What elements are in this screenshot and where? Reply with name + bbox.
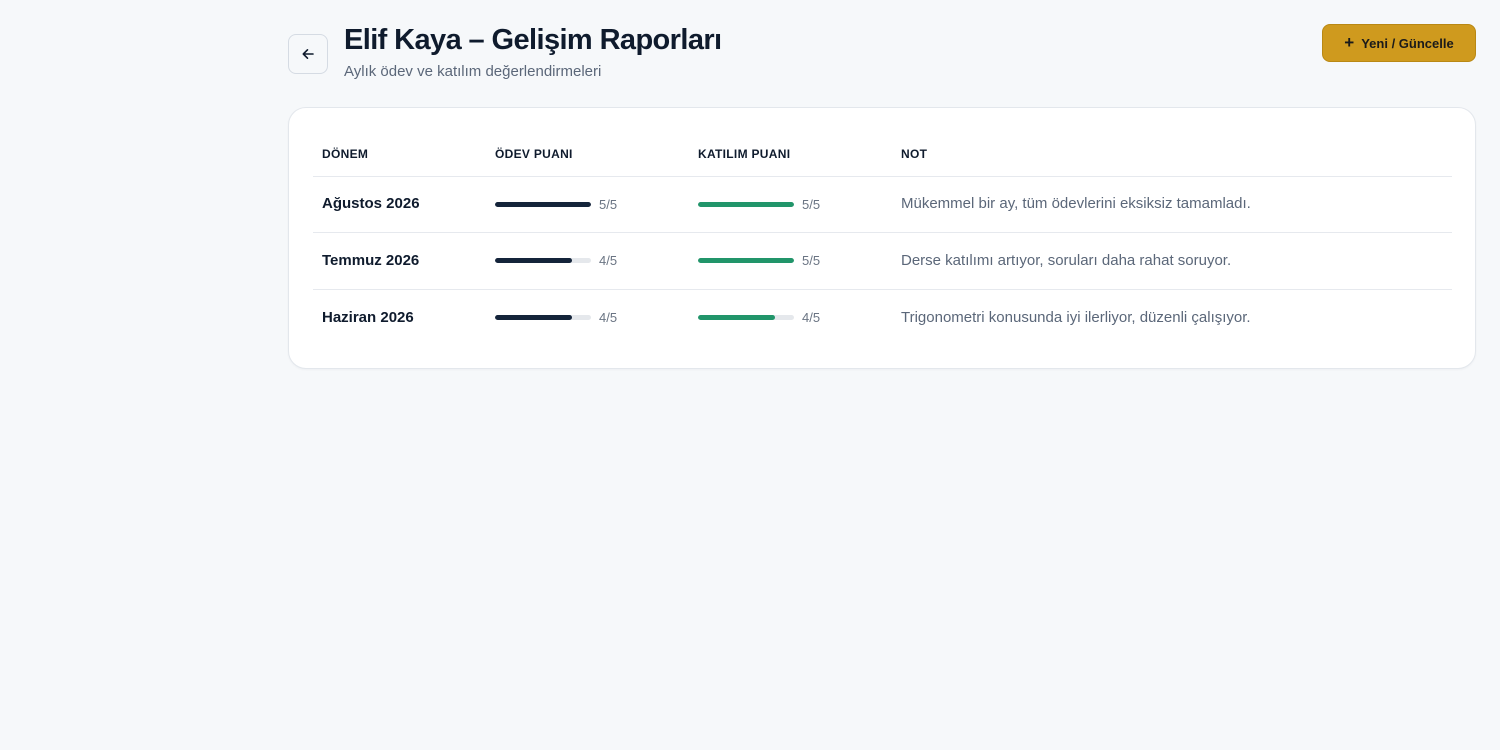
note-text: Derse katılımı artıyor, soruları daha ra… (901, 251, 1232, 269)
participation-score-cell: 5/5 (689, 176, 892, 233)
column-header-note: NOT (892, 132, 1452, 177)
reports-table: DÖNEM ÖDEV PUANI KATILIM PUANI NOT Ağust… (313, 132, 1452, 346)
participation-score: 5/5 (698, 197, 892, 212)
column-header-participation: KATILIM PUANI (689, 132, 892, 177)
new-update-button-label: Yeni / Güncelle (1361, 35, 1454, 51)
period-cell: Temmuz 2026 (313, 232, 486, 290)
homework-score-fill (495, 258, 572, 264)
participation-score-fill (698, 258, 794, 264)
back-button[interactable] (288, 34, 328, 74)
participation-score: 5/5 (698, 253, 892, 268)
column-header-period: DÖNEM (313, 132, 486, 177)
homework-score: 4/5 (495, 253, 689, 268)
note-text: Mükemmel bir ay, tüm ödevlerini eksiksiz… (901, 195, 1251, 213)
reports-card: DÖNEM ÖDEV PUANI KATILIM PUANI NOT Ağust… (288, 107, 1476, 369)
page-title: Elif Kaya – Gelişim Raporları (344, 24, 722, 56)
homework-score-text: 4/5 (599, 310, 618, 325)
participation-score-cell: 4/5 (689, 289, 892, 346)
new-update-button[interactable]: + Yeni / Güncelle (1322, 24, 1476, 62)
period-label: Temmuz 2026 (322, 251, 420, 269)
period-label: Haziran 2026 (322, 308, 414, 326)
participation-score-text: 4/5 (802, 310, 821, 325)
note-cell: Derse katılımı artıyor, soruları daha ra… (892, 232, 1452, 290)
table-row: Temmuz 2026 4/5 5/5 Derse katılımı artıyor,… (313, 232, 1452, 290)
table-row: Ağustos 2026 5/5 5/5 Mükemmel bir ay, tüm ö… (313, 176, 1452, 233)
homework-score-fill (495, 201, 591, 207)
page: Elif Kaya – Gelişim Raporları Aylık ödev… (0, 0, 1500, 750)
homework-score-bar (495, 201, 591, 207)
period-cell: Haziran 2026 (313, 289, 486, 346)
plus-icon: + (1344, 33, 1355, 52)
homework-score: 5/5 (495, 197, 689, 212)
participation-score-fill (698, 315, 775, 320)
note-text: Trigonometri konusunda iyi ilerliyor, dü… (901, 308, 1251, 326)
period-cell: Ağustos 2026 (313, 176, 486, 233)
homework-score-bar (495, 258, 591, 264)
participation-score-text: 5/5 (802, 196, 821, 212)
homework-score-cell: 5/5 (486, 176, 689, 233)
homework-score-fill (495, 315, 572, 320)
homework-score: 4/5 (495, 310, 689, 325)
table-row: Haziran 2026 4/5 4/5 Trigonometri konusunda… (313, 289, 1452, 346)
period-label: Ağustos 2026 (322, 195, 420, 213)
participation-score-bar (698, 258, 794, 264)
column-header-homework: ÖDEV PUANI (486, 132, 689, 177)
arrow-left-icon (302, 49, 314, 59)
homework-score-cell: 4/5 (486, 232, 689, 290)
participation-score-text: 5/5 (802, 253, 821, 269)
homework-score-cell: 4/5 (486, 289, 689, 346)
table-header-row: DÖNEM ÖDEV PUANI KATILIM PUANI NOT (313, 132, 1452, 177)
homework-score-bar (495, 315, 591, 320)
page-subtitle: Aylık ödev ve katılım değerlendirmeleri (344, 63, 602, 80)
homework-score-text: 5/5 (599, 196, 618, 212)
note-cell: Mükemmel bir ay, tüm ödevlerini eksiksiz… (892, 176, 1452, 233)
participation-score-bar (698, 315, 794, 320)
participation-score-cell: 5/5 (689, 232, 892, 290)
homework-score-text: 4/5 (599, 253, 618, 269)
note-cell: Trigonometri konusunda iyi ilerliyor, dü… (892, 289, 1452, 346)
participation-score-bar (698, 201, 794, 207)
participation-score: 4/5 (698, 310, 892, 325)
participation-score-fill (698, 201, 794, 207)
